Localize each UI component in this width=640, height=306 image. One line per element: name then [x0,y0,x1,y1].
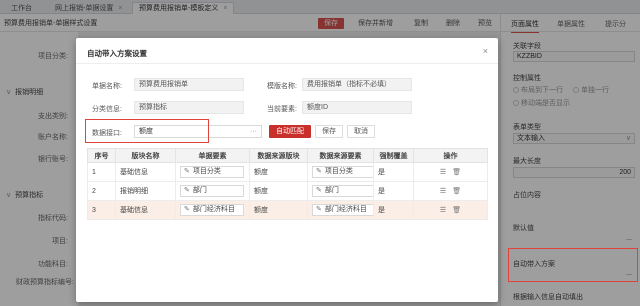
pencil-icon: ✎ [184,206,190,213]
pencil-icon: ✎ [184,187,190,194]
row-index: 3 [87,200,116,220]
source-block: 额度 [249,200,308,220]
block-name: 报销明细 [115,181,176,201]
auto-scheme-dialog: 自动带入方案设置 × 单据名称: 预算费用报销单 模版名称: 费用报销单（指标不… [76,38,498,302]
pencil-icon: ✎ [316,187,322,194]
save-button[interactable]: 保存 [315,125,343,138]
source-element-value: 部门 [324,187,339,194]
column-header: 序号 [87,148,116,163]
bill-name-field: 预算费用报销单 [134,78,244,91]
mapping-table: 序号 版块名称 单据要素 数据来源版块 数据来源要素 强制覆盖 操作 1 基础信… [87,148,488,220]
table-header-row: 序号 版块名称 单据要素 数据来源版块 数据来源要素 强制覆盖 操作 [87,148,488,163]
force-overwrite: 是 [373,162,414,182]
close-icon[interactable]: × [483,46,488,56]
category-label: 分类信息: [92,106,122,113]
annotation-box-interface [85,119,209,143]
more-icon[interactable]: ··· [250,126,257,137]
force-overwrite: 是 [373,181,414,201]
trash-icon[interactable]: 🗑 [452,188,461,195]
source-element-field[interactable]: ✎ 部门 [312,185,373,197]
list-icon[interactable]: ☰ [440,169,446,176]
row-index: 2 [87,181,116,201]
annotation-box-scheme [508,248,638,282]
current-element-label: 当前要素: [267,106,297,113]
source-block: 额度 [249,181,308,201]
bill-name-label: 单据名称: [92,83,122,90]
source-element-value: 项目分类 [324,168,353,175]
list-icon[interactable]: ☰ [440,207,446,214]
auto-match-button[interactable]: 自动匹配 [269,125,311,138]
pencil-icon: ✎ [316,206,322,213]
bill-element-value: 项目分类 [192,168,221,175]
bill-element-field[interactable]: ✎ 部门经济科目 [180,204,244,216]
block-name: 基础信息 [115,200,176,220]
current-element-field: 额度ID [302,101,412,114]
divider [76,63,498,64]
template-name-label: 模版名称: [267,83,297,90]
source-element-value: 部门经济科目 [324,206,367,213]
column-header: 强制覆盖 [373,148,414,163]
source-block: 额度 [249,162,308,182]
trash-icon[interactable]: 🗑 [452,207,461,214]
column-header: 版块名称 [115,148,176,163]
trash-icon[interactable]: 🗑 [452,169,461,176]
column-header: 操作 [413,148,488,163]
bill-element-value: 部门经济科目 [192,206,235,213]
column-header: 单据要素 [175,148,250,163]
source-element-field[interactable]: ✎ 项目分类 [312,166,373,178]
table-row[interactable]: 3 基础信息 ✎ 部门经济科目 额度 ✎ 部门经济科目 是 ☰ 🗑 [87,200,488,220]
source-element-field[interactable]: ✎ 部门经济科目 [312,204,373,216]
dialog-title: 自动带入方案设置 [87,49,147,58]
pencil-icon: ✎ [316,168,322,175]
column-header: 数据来源要素 [307,148,374,163]
bill-element-value: 部门 [192,187,207,194]
table-row[interactable]: 2 报销明细 ✎ 部门 额度 ✎ 部门 是 ☰ 🗑 [87,181,488,201]
bill-element-field[interactable]: ✎ 部门 [180,185,244,197]
force-overwrite: 是 [373,200,414,220]
row-index: 1 [87,162,116,182]
category-field: 预算指标 [134,101,244,114]
list-icon[interactable]: ☰ [440,188,446,195]
block-name: 基础信息 [115,162,176,182]
column-header: 数据来源版块 [249,148,308,163]
pencil-icon: ✎ [184,168,190,175]
template-name-field: 费用报销单（指标不必填） [302,78,412,91]
bill-element-field[interactable]: ✎ 项目分类 [180,166,244,178]
table-row[interactable]: 1 基础信息 ✎ 项目分类 额度 ✎ 项目分类 是 ☰ 🗑 [87,162,488,182]
cancel-button[interactable]: 取消 [347,125,375,138]
